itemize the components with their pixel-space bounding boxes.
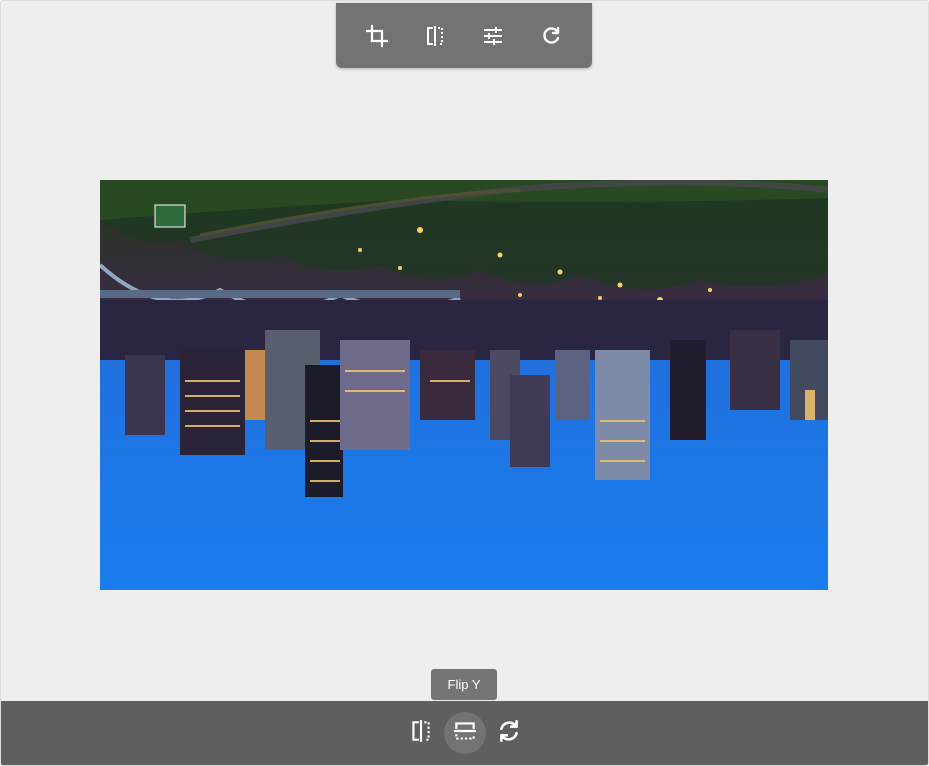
image-editor: Flip Y	[0, 0, 929, 766]
edited-image	[100, 180, 828, 590]
reset-icon	[496, 718, 522, 749]
flip-y-icon	[452, 718, 478, 749]
crop-button[interactable]	[357, 16, 397, 56]
flip-x-button[interactable]	[400, 712, 442, 754]
flip-x-icon	[408, 718, 434, 749]
rotate-button[interactable]	[531, 16, 571, 56]
rotate-icon	[539, 24, 563, 48]
adjust-button[interactable]	[473, 16, 513, 56]
reset-button[interactable]	[488, 712, 530, 754]
flip-button[interactable]	[415, 16, 455, 56]
bottom-toolbar	[1, 701, 928, 765]
adjust-icon	[481, 24, 505, 48]
flip-y-button[interactable]	[443, 712, 486, 754]
top-toolbar	[336, 3, 592, 68]
crop-icon	[365, 24, 389, 48]
flip-icon	[423, 24, 447, 48]
flip-y-tooltip: Flip Y	[431, 669, 497, 700]
